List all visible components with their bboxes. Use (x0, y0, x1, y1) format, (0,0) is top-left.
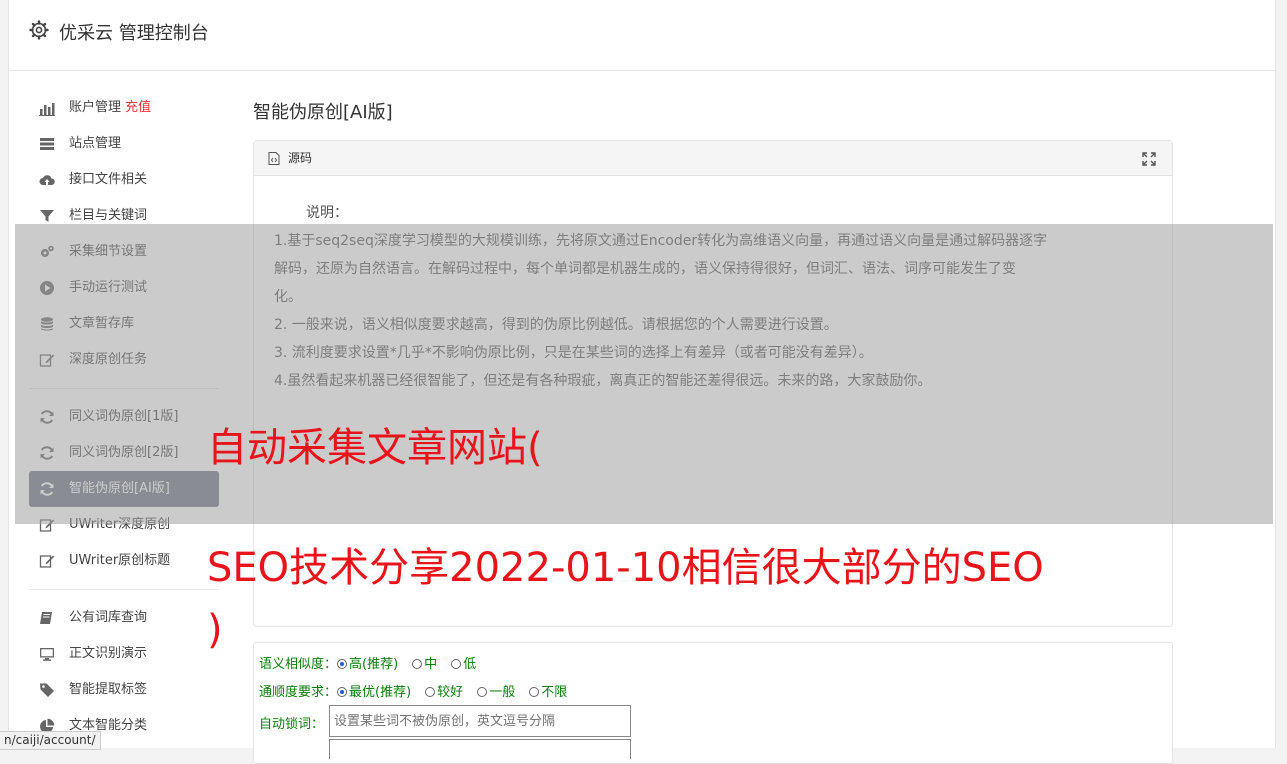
sidebar-item-label: 栏目与关键词 (69, 208, 148, 223)
sidebar-item-label: UWriter原创标题 (69, 553, 171, 568)
bar-chart-icon (39, 103, 55, 116)
radio-button[interactable] (412, 659, 423, 669)
similarity-label: 语义相似度： (259, 657, 338, 672)
sidebar-item[interactable]: 正文识别演示 (29, 636, 219, 672)
sidebar-item[interactable]: 账户管理 充值 (29, 90, 219, 126)
similarity-option-label: 高(推荐) (349, 657, 399, 672)
panel-header: 源码 (254, 141, 1172, 176)
lock-label: 自动锁词： (259, 717, 325, 732)
sidebar-item-label: 智能提取标签 (69, 682, 148, 697)
panel-header-label: 源码 (288, 151, 313, 165)
overlay-banner (15, 224, 1273, 524)
main-content: 智能伪原创[AI版] 源码 说明： 1.基于seq2seq深度学习模型的大规模训… (253, 98, 1173, 764)
fluency-row: 通顺度要求： 最优(推荐) 较好 一般 不限 (259, 681, 581, 700)
radio-button[interactable] (337, 659, 348, 669)
cloud-upload-icon (39, 175, 55, 185)
radio-button[interactable] (451, 659, 462, 669)
sidebar-item-label: 公有词库查询 (69, 610, 148, 625)
recharge-badge[interactable]: 充值 (125, 100, 151, 115)
sidebar-item[interactable]: 公有词库查询 (29, 600, 219, 636)
gear-icon[interactable] (29, 20, 49, 40)
fluency-option-label: 最优(推荐) (349, 685, 412, 700)
page-title: 智能伪原创[AI版] (253, 102, 393, 123)
fluency-option[interactable]: 最优(推荐) (337, 685, 411, 700)
overlay-text-line1: 自动采集文章网站( (207, 425, 543, 471)
expand-icon[interactable] (1142, 152, 1156, 166)
monitor-icon (40, 648, 54, 661)
edit-icon (39, 555, 55, 568)
filter-icon (40, 210, 54, 222)
top-bar: 优采云 管理控制台 (9, 0, 1275, 71)
book-icon (40, 612, 52, 624)
list-icon (40, 138, 54, 150)
fluency-option[interactable]: 不限 (529, 685, 567, 700)
sidebar-item[interactable]: UWriter原创标题 (29, 543, 219, 579)
similarity-row: 语义相似度： 高(推荐) 中 低 (259, 653, 490, 672)
similarity-option[interactable]: 中 (412, 657, 437, 672)
sidebar-item[interactable]: 站点管理 (29, 126, 219, 162)
second-input[interactable] (329, 739, 631, 759)
sidebar-item-label: 站点管理 (69, 136, 122, 151)
options-form: 语义相似度： 高(推荐) 中 低 通顺度要求： 最优(推荐) 较好 一般 不限 自动锁词： (253, 642, 1173, 764)
lock-row: 自动锁词： (259, 713, 324, 732)
similarity-option[interactable]: 高(推荐) (337, 657, 398, 672)
sidebar-item-label: 账户管理 (69, 100, 122, 115)
lock-words-input[interactable] (329, 705, 631, 737)
sidebar-item[interactable]: 接口文件相关 (29, 162, 219, 198)
status-bar-url: n/caiji/account/ (0, 731, 101, 750)
code-file-icon (268, 152, 280, 165)
fluency-option[interactable]: 一般 (477, 685, 515, 700)
similarity-option-label: 低 (463, 657, 477, 672)
overlay-text-line2: SEO技术分享2022-01-10相信很大部分的SEO (207, 545, 1044, 591)
fluency-option-label: 较好 (437, 685, 464, 700)
fluency-option[interactable]: 较好 (425, 685, 463, 700)
radio-button[interactable] (477, 687, 488, 697)
radio-button[interactable] (529, 687, 540, 697)
radio-button[interactable] (425, 687, 436, 697)
sidebar-item-label: 正文识别演示 (69, 646, 148, 661)
sidebar-item-label: 接口文件相关 (69, 172, 148, 187)
similarity-option[interactable]: 低 (451, 657, 476, 672)
similarity-option-label: 中 (424, 657, 438, 672)
fluency-option-label: 一般 (489, 685, 516, 700)
sidebar-divider (29, 589, 219, 590)
note-title: 说明： (306, 205, 348, 221)
tag-icon (40, 683, 54, 697)
overlay-text-line3: ) (207, 607, 223, 653)
fluency-option-label: 不限 (541, 685, 568, 700)
sidebar-item[interactable]: 智能提取标签 (29, 672, 219, 708)
radio-button[interactable] (337, 687, 348, 697)
fluency-label: 通顺度要求： (259, 685, 338, 700)
app-title: 优采云 管理控制台 (59, 23, 209, 44)
